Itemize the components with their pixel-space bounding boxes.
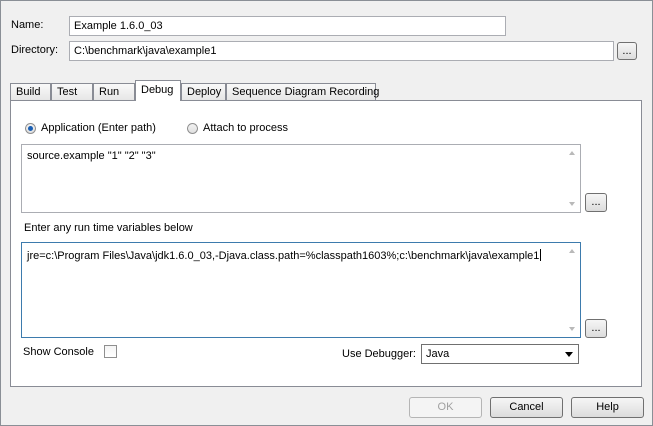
text-caret bbox=[540, 249, 542, 261]
directory-input[interactable]: C:\benchmark\java\example1 bbox=[69, 41, 614, 61]
tab-debug[interactable]: Debug bbox=[135, 80, 181, 101]
application-args-scrollbar[interactable] bbox=[564, 145, 580, 212]
directory-browse-button[interactable]: ... bbox=[617, 42, 637, 60]
runtime-vars-textarea[interactable]: jre=c:\Program Files\Java\jdk1.6.0_03,-D… bbox=[21, 242, 581, 338]
show-console-label: Show Console bbox=[23, 346, 94, 358]
debugger-select-value: Java bbox=[426, 348, 450, 360]
attach-radio-label: Attach to process bbox=[203, 122, 288, 134]
use-debugger-label: Use Debugger: bbox=[342, 348, 416, 360]
debug-panel: Application (Enter path) Attach to proce… bbox=[10, 100, 642, 387]
show-console-checkbox[interactable] bbox=[104, 345, 117, 358]
attach-radio[interactable] bbox=[187, 123, 198, 134]
cancel-button[interactable]: Cancel bbox=[490, 397, 563, 418]
application-args-browse-button[interactable]: ... bbox=[585, 193, 607, 212]
scroll-down-icon[interactable] bbox=[569, 202, 575, 206]
runtime-vars-content: jre=c:\Program Files\Java\jdk1.6.0_03,-D… bbox=[27, 249, 542, 262]
scroll-up-icon[interactable] bbox=[569, 249, 575, 253]
tab-build[interactable]: Build bbox=[10, 83, 51, 100]
chevron-down-icon bbox=[565, 352, 573, 357]
application-radio-label: Application (Enter path) bbox=[41, 122, 156, 134]
tab-run[interactable]: Run bbox=[93, 83, 135, 100]
application-args-text: source.example "1" "2" "3" bbox=[27, 150, 156, 162]
scroll-up-icon[interactable] bbox=[569, 151, 575, 155]
name-input[interactable]: Example 1.6.0_03 bbox=[69, 16, 506, 36]
name-label: Name: bbox=[11, 19, 44, 31]
help-button[interactable]: Help bbox=[571, 397, 644, 418]
tab-test[interactable]: Test bbox=[51, 83, 93, 100]
scroll-down-icon[interactable] bbox=[569, 327, 575, 331]
tab-sequence-diagram-recording[interactable]: Sequence Diagram Recording bbox=[226, 83, 379, 100]
application-radio[interactable] bbox=[25, 123, 36, 134]
application-args-textarea[interactable]: source.example "1" "2" "3" bbox=[21, 144, 581, 213]
runtime-vars-text: jre=c:\Program Files\Java\jdk1.6.0_03,-D… bbox=[27, 250, 540, 262]
dialog-window: Name: Example 1.6.0_03 Directory: C:\ben… bbox=[0, 0, 653, 426]
runtime-vars-scrollbar[interactable] bbox=[564, 243, 580, 337]
ok-button[interactable]: OK bbox=[409, 397, 482, 418]
tab-deploy[interactable]: Deploy bbox=[181, 83, 226, 100]
radio-selected-dot bbox=[28, 126, 33, 131]
runtime-vars-browse-button[interactable]: ... bbox=[585, 319, 607, 338]
debugger-select[interactable]: Java bbox=[421, 344, 579, 364]
runtime-vars-label: Enter any run time variables below bbox=[24, 222, 193, 234]
directory-label: Directory: bbox=[11, 44, 59, 56]
